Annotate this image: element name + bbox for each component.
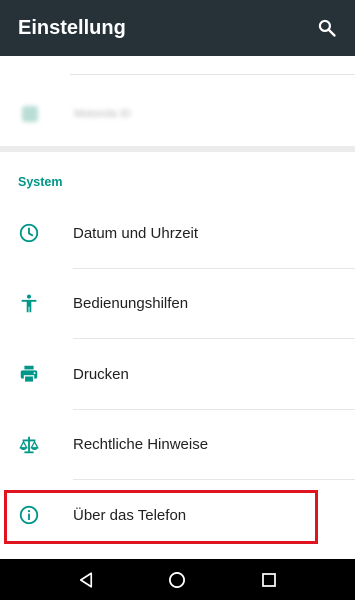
settings-list: Motorola ID System Datum und Uhrzeit Bed: [0, 56, 355, 559]
back-icon: [79, 571, 92, 588]
settings-item-label: Datum und Uhrzeit: [73, 224, 199, 242]
settings-item-accessibility[interactable]: Bedienungshilfen: [0, 269, 355, 339]
page-title: Einstellung: [18, 16, 126, 39]
navigation-bar: [0, 559, 355, 600]
settings-item-printing[interactable]: Drucken: [0, 339, 355, 410]
account-card: Motorola ID: [0, 56, 355, 146]
settings-item-date-time[interactable]: Datum und Uhrzeit: [0, 198, 355, 269]
account-icon: [22, 106, 38, 122]
settings-item-legal[interactable]: Rechtliche Hinweise: [0, 410, 355, 480]
section-header-system: System: [18, 175, 63, 189]
search-button[interactable]: [307, 8, 347, 48]
divider: [70, 74, 355, 75]
home-icon: [169, 571, 186, 588]
accessibility-icon: [18, 293, 40, 315]
info-icon: [18, 504, 40, 526]
printer-icon: [18, 363, 40, 385]
scale-icon: [18, 434, 40, 456]
settings-item-label: Über das Telefon: [73, 506, 187, 524]
settings-item-label: Drucken: [73, 365, 129, 383]
system-section: System Datum und Uhrzeit Bedienungshilfe…: [0, 152, 355, 559]
clock-icon: [18, 222, 40, 244]
settings-item-label: Rechtliche Hinweise: [73, 436, 209, 454]
recents-button[interactable]: [249, 560, 289, 600]
app-bar: Einstellung: [0, 0, 355, 56]
settings-item-about-phone[interactable]: Über das Telefon: [0, 480, 355, 551]
motorola-id-item[interactable]: Motorola ID: [0, 94, 355, 134]
settings-item-label: Bedienungshilfen: [73, 295, 189, 313]
recents-icon: [262, 572, 277, 587]
back-button[interactable]: [66, 560, 106, 600]
motorola-id-label: Motorola ID: [74, 108, 131, 120]
home-button[interactable]: [157, 560, 197, 600]
search-icon: [318, 19, 336, 37]
